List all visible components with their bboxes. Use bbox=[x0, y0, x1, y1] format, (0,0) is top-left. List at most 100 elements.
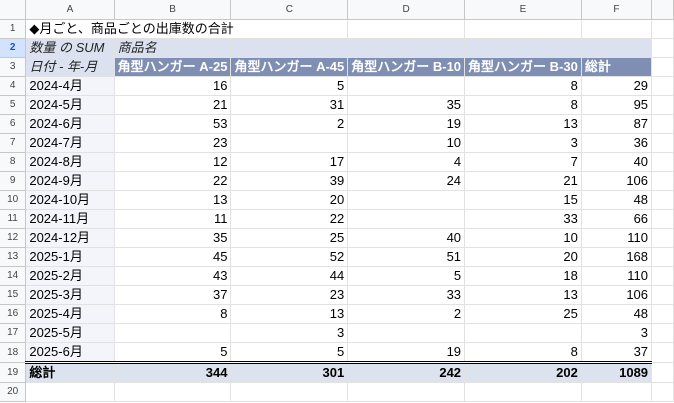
pivot-value-cell[interactable]: 5 bbox=[347, 266, 466, 286]
pivot-row-label[interactable]: 2025-2月 bbox=[25, 266, 115, 286]
row-header[interactable]: 20 bbox=[0, 382, 27, 402]
pivot-value-cell[interactable]: 39 bbox=[230, 171, 349, 191]
column-header-e[interactable]: E bbox=[464, 0, 582, 20]
pivot-total-value[interactable]: 242 bbox=[347, 360, 466, 383]
pivot-value-cell[interactable]: 35 bbox=[347, 95, 466, 115]
row-header[interactable]: 18 bbox=[0, 342, 27, 363]
pivot-column-header[interactable]: 角型ハンガー A-25 bbox=[114, 57, 232, 77]
pivot-header-blank[interactable] bbox=[230, 38, 349, 58]
row-header[interactable]: 17 bbox=[0, 323, 27, 343]
row-header[interactable]: 3 bbox=[0, 57, 27, 77]
pivot-value-cell[interactable]: 43 bbox=[114, 266, 232, 286]
pivot-value-cell[interactable] bbox=[347, 323, 466, 343]
pivot-value-cell[interactable]: 10 bbox=[347, 133, 466, 153]
empty-cell[interactable] bbox=[651, 228, 674, 248]
column-header-b[interactable]: B bbox=[114, 0, 232, 20]
pivot-row-label[interactable]: 2024-9月 bbox=[25, 171, 115, 191]
pivot-value-cell[interactable]: 16 bbox=[114, 76, 232, 96]
empty-cell[interactable] bbox=[651, 266, 674, 286]
pivot-value-cell[interactable]: 22 bbox=[230, 209, 349, 229]
empty-cell[interactable] bbox=[347, 382, 466, 402]
pivot-column-field-label[interactable]: 商品名 bbox=[114, 38, 232, 58]
pivot-value-cell[interactable]: 45 bbox=[114, 247, 232, 267]
pivot-value-cell[interactable]: 24 bbox=[347, 171, 466, 191]
pivot-value-cell[interactable] bbox=[114, 323, 232, 343]
pivot-value-label[interactable]: 数量 の SUM bbox=[25, 38, 115, 58]
pivot-row-label[interactable]: 2024-6月 bbox=[25, 114, 115, 134]
pivot-value-cell[interactable]: 20 bbox=[464, 247, 582, 267]
row-header[interactable]: 8 bbox=[0, 152, 27, 172]
row-header[interactable]: 2 bbox=[0, 38, 27, 58]
pivot-value-cell[interactable]: 52 bbox=[230, 247, 349, 267]
column-header-f[interactable]: F bbox=[581, 0, 653, 20]
pivot-header-blank[interactable] bbox=[464, 38, 582, 58]
pivot-value-cell[interactable]: 13 bbox=[114, 190, 232, 210]
empty-cell[interactable] bbox=[651, 152, 674, 172]
pivot-value-cell[interactable]: 110 bbox=[581, 266, 653, 286]
empty-cell[interactable] bbox=[651, 133, 674, 153]
empty-cell[interactable] bbox=[651, 19, 674, 39]
pivot-value-cell[interactable]: 2 bbox=[230, 114, 349, 134]
pivot-value-cell[interactable]: 110 bbox=[581, 228, 653, 248]
empty-cell[interactable] bbox=[651, 114, 674, 134]
empty-cell[interactable] bbox=[651, 190, 674, 210]
pivot-value-cell[interactable]: 13 bbox=[230, 304, 349, 324]
select-all-corner[interactable] bbox=[0, 0, 27, 20]
pivot-value-cell[interactable]: 87 bbox=[581, 114, 653, 134]
empty-cell[interactable] bbox=[651, 247, 674, 267]
pivot-row-label[interactable]: 2024-4月 bbox=[25, 76, 115, 96]
empty-cell[interactable] bbox=[651, 171, 674, 191]
empty-cell[interactable] bbox=[651, 95, 674, 115]
pivot-value-cell[interactable]: 12 bbox=[114, 152, 232, 172]
pivot-value-cell[interactable] bbox=[347, 209, 466, 229]
pivot-value-cell[interactable]: 20 bbox=[230, 190, 349, 210]
pivot-value-cell[interactable]: 106 bbox=[581, 171, 653, 191]
row-header[interactable]: 19 bbox=[0, 362, 27, 383]
row-header[interactable]: 9 bbox=[0, 171, 27, 191]
pivot-value-cell[interactable]: 5 bbox=[230, 342, 349, 363]
pivot-value-cell[interactable]: 37 bbox=[114, 285, 232, 305]
column-header-a[interactable]: A bbox=[25, 0, 115, 20]
pivot-header-blank[interactable] bbox=[347, 38, 466, 58]
pivot-total-value[interactable]: 1089 bbox=[581, 360, 653, 383]
empty-cell[interactable] bbox=[114, 382, 232, 402]
empty-cell[interactable] bbox=[651, 342, 674, 363]
pivot-header-blank[interactable] bbox=[581, 38, 653, 58]
pivot-value-cell[interactable] bbox=[347, 76, 466, 96]
column-header-c[interactable]: C bbox=[230, 0, 349, 20]
pivot-value-cell[interactable]: 2 bbox=[347, 304, 466, 324]
pivot-value-cell[interactable]: 23 bbox=[230, 285, 349, 305]
pivot-total-label[interactable]: 総計 bbox=[25, 360, 115, 383]
column-header-d[interactable]: D bbox=[347, 0, 466, 20]
pivot-value-cell[interactable]: 29 bbox=[581, 76, 653, 96]
pivot-value-cell[interactable]: 40 bbox=[581, 152, 653, 172]
pivot-row-label[interactable]: 2025-4月 bbox=[25, 304, 115, 324]
pivot-value-cell[interactable]: 48 bbox=[581, 190, 653, 210]
row-header[interactable]: 11 bbox=[0, 209, 27, 229]
pivot-value-cell[interactable]: 8 bbox=[114, 304, 232, 324]
pivot-value-cell[interactable]: 8 bbox=[464, 342, 582, 363]
pivot-row-label[interactable]: 2025-3月 bbox=[25, 285, 115, 305]
pivot-row-label[interactable]: 2025-6月 bbox=[25, 342, 115, 363]
empty-cell[interactable] bbox=[230, 382, 349, 402]
row-header[interactable]: 14 bbox=[0, 266, 27, 286]
pivot-column-header[interactable]: 総計 bbox=[581, 57, 653, 77]
pivot-value-cell[interactable]: 25 bbox=[464, 304, 582, 324]
pivot-value-cell[interactable]: 17 bbox=[230, 152, 349, 172]
pivot-total-value[interactable]: 301 bbox=[230, 360, 349, 383]
pivot-value-cell[interactable]: 13 bbox=[464, 285, 582, 305]
pivot-value-cell[interactable] bbox=[464, 323, 582, 343]
pivot-value-cell[interactable]: 21 bbox=[464, 171, 582, 191]
empty-cell[interactable] bbox=[464, 19, 582, 39]
pivot-value-cell[interactable]: 48 bbox=[581, 304, 653, 324]
pivot-value-cell[interactable]: 15 bbox=[464, 190, 582, 210]
pivot-value-cell[interactable]: 13 bbox=[464, 114, 582, 134]
pivot-value-cell[interactable]: 106 bbox=[581, 285, 653, 305]
empty-cell[interactable] bbox=[464, 382, 582, 402]
pivot-value-cell[interactable]: 168 bbox=[581, 247, 653, 267]
pivot-value-cell[interactable]: 10 bbox=[464, 228, 582, 248]
pivot-value-cell[interactable]: 21 bbox=[114, 95, 232, 115]
empty-cell[interactable] bbox=[581, 19, 653, 39]
pivot-value-cell[interactable]: 37 bbox=[581, 342, 653, 363]
column-header-blank[interactable] bbox=[651, 0, 674, 20]
